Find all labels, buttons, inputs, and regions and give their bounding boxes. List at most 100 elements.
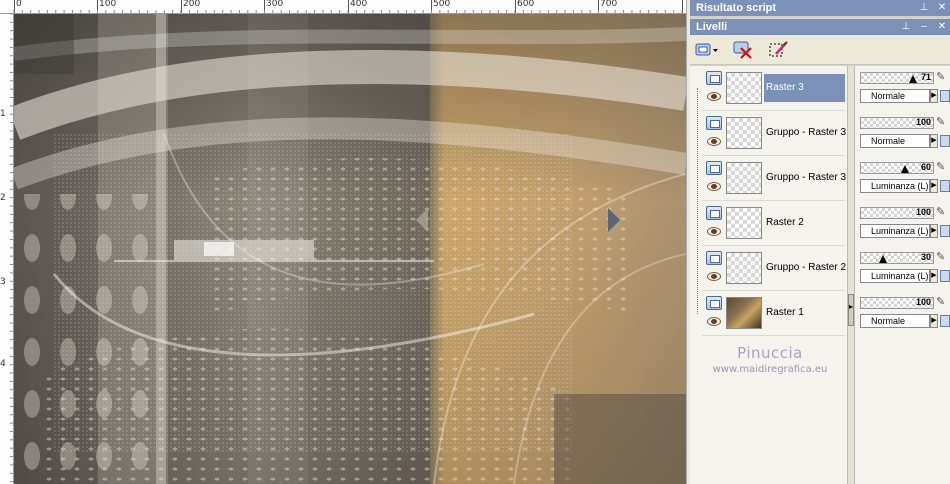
- vertical-ruler: 1 2 3 4: [0, 14, 14, 484]
- layer-props-row: 100 ✎ Luminanza (L) ▶: [858, 201, 950, 246]
- tree-connector: [697, 88, 698, 314]
- script-output-titlebar[interactable]: Risultato script ⊥ ✕: [690, 0, 950, 16]
- layer-thumbnail: [726, 72, 762, 104]
- layer-name: Gruppo - Raster 3: [766, 127, 847, 138]
- expand-arrow-icon[interactable]: ▸: [849, 302, 853, 311]
- blend-dropdown-arrow-icon[interactable]: ▶: [930, 269, 938, 283]
- pencil-lock-icon[interactable]: ✎: [936, 295, 948, 309]
- close-icon[interactable]: ✕: [936, 0, 948, 16]
- image-canvas[interactable]: [14, 14, 686, 484]
- link-lock-icon[interactable]: [940, 90, 950, 102]
- visibility-eye-icon[interactable]: [707, 137, 721, 146]
- layers-titlebar[interactable]: Livelli ⊥ – ✕: [690, 19, 950, 35]
- layer-name: Raster 2: [766, 217, 804, 228]
- pin-icon[interactable]: ⊥: [918, 0, 930, 16]
- blend-mode-select[interactable]: Normale: [860, 134, 930, 148]
- raster-layer-icon: [706, 116, 722, 130]
- layer-properties: 71 ✎ Normale ▶ 100 ✎ Normale ▶ 60 ✎ Lumi…: [856, 66, 950, 484]
- layer-row-raster-1[interactable]: Raster 1: [702, 291, 845, 336]
- new-layer-button[interactable]: [694, 39, 720, 61]
- visibility-eye-icon[interactable]: [707, 227, 721, 236]
- watermark-name: Pinuccia: [737, 344, 803, 362]
- edit-selection-button[interactable]: [766, 39, 792, 61]
- pencil-lock-icon[interactable]: ✎: [936, 250, 948, 264]
- pencil-lock-icon[interactable]: ✎: [936, 70, 948, 84]
- layers-panel: Raster 3 Gruppo - Raster 3 Gruppo - Rast…: [690, 66, 950, 484]
- layer-list: Raster 3 Gruppo - Raster 3 Gruppo - Rast…: [690, 66, 847, 484]
- watermark: Pinuccia www.maidiregrafica.eu: [690, 344, 850, 375]
- pencil-lock-icon[interactable]: ✎: [936, 160, 948, 174]
- layers-toolbar: [690, 35, 950, 65]
- opacity-value: 100: [915, 207, 931, 217]
- pencil-lock-icon[interactable]: ✎: [936, 115, 948, 129]
- link-lock-icon[interactable]: [940, 225, 950, 237]
- layer-props-row: 60 ✎ Luminanza (L) ▶: [858, 156, 950, 201]
- edit-selection-icon: [769, 40, 788, 56]
- layer-row-raster-3[interactable]: Raster 3: [702, 66, 845, 111]
- ruler-ticks: [10, 14, 13, 483]
- blend-mode-select[interactable]: Normale: [860, 314, 930, 328]
- visibility-eye-icon[interactable]: [707, 272, 721, 281]
- opacity-slider[interactable]: 71: [860, 72, 934, 84]
- layer-name: Gruppo - Raster 3: [766, 172, 847, 183]
- layer-props-row: 100 ✎ Normale ▶: [858, 111, 950, 156]
- opacity-value: 100: [915, 117, 931, 127]
- visibility-eye-icon[interactable]: [707, 317, 721, 326]
- delete-layer-button[interactable]: [730, 39, 756, 61]
- pin-icon[interactable]: ⊥: [900, 19, 912, 35]
- layer-row-gruppo-raster-3[interactable]: Gruppo - Raster 3: [702, 111, 847, 156]
- opacity-value: 100: [915, 297, 931, 307]
- canvas-artwork: [14, 14, 686, 484]
- raster-layer-icon: [706, 206, 722, 220]
- blend-dropdown-arrow-icon[interactable]: ▶: [930, 89, 938, 103]
- layer-thumbnail: [726, 207, 762, 239]
- horizontal-ruler: 0 100 200 300 400 500 600 700: [0, 0, 686, 14]
- link-lock-icon[interactable]: [940, 270, 950, 282]
- layer-props-row: 30 ✎ Luminanza (L) ▶: [858, 246, 950, 291]
- ruler-ticks: [13, 0, 683, 13]
- opacity-slider[interactable]: 100: [860, 297, 934, 309]
- pencil-lock-icon[interactable]: ✎: [936, 205, 948, 219]
- layer-name: Gruppo - Raster 2: [766, 262, 847, 273]
- opacity-slider[interactable]: 100: [860, 117, 934, 129]
- opacity-slider[interactable]: 60: [860, 162, 934, 174]
- blend-dropdown-arrow-icon[interactable]: ▶: [930, 134, 938, 148]
- minimize-icon[interactable]: –: [918, 19, 930, 35]
- link-lock-icon[interactable]: [940, 135, 950, 147]
- raster-layer-icon: [706, 161, 722, 175]
- close-icon[interactable]: ✕: [936, 19, 948, 35]
- panel-splitter[interactable]: ▸: [847, 66, 855, 484]
- opacity-slider[interactable]: 30: [860, 252, 934, 264]
- layer-thumbnail: [726, 297, 762, 329]
- raster-layer-icon: [706, 296, 722, 310]
- delete-layer-icon: [733, 41, 752, 59]
- layer-name: Raster 1: [766, 307, 804, 318]
- layer-row-gruppo-raster-3-b[interactable]: Gruppo - Raster 3: [702, 156, 847, 201]
- script-output-title: Risultato script: [696, 2, 777, 14]
- blend-dropdown-arrow-icon[interactable]: ▶: [930, 224, 938, 238]
- link-lock-icon[interactable]: [940, 180, 950, 192]
- new-layer-icon: [695, 43, 718, 55]
- opacity-value: 30: [920, 252, 931, 262]
- raster-layer-icon: [706, 71, 722, 85]
- slider-handle-icon[interactable]: [879, 255, 887, 263]
- slider-handle-icon[interactable]: [901, 165, 909, 173]
- opacity-slider[interactable]: 100: [860, 207, 934, 219]
- blend-mode-select[interactable]: Normale: [860, 89, 930, 103]
- blend-dropdown-arrow-icon[interactable]: ▶: [930, 314, 938, 328]
- opacity-value: 60: [920, 162, 931, 172]
- visibility-eye-icon[interactable]: [707, 182, 721, 191]
- blend-mode-select[interactable]: Luminanza (L): [860, 269, 930, 283]
- blend-dropdown-arrow-icon[interactable]: ▶: [930, 179, 938, 193]
- layer-row-gruppo-raster-2[interactable]: Gruppo - Raster 2: [702, 246, 847, 291]
- layer-row-raster-2[interactable]: Raster 2: [702, 201, 845, 246]
- blend-mode-select[interactable]: Luminanza (L): [860, 224, 930, 238]
- visibility-eye-icon[interactable]: [707, 92, 721, 101]
- link-lock-icon[interactable]: [940, 315, 950, 327]
- layers-title: Livelli: [696, 21, 728, 33]
- blend-mode-select[interactable]: Luminanza (L): [860, 179, 930, 193]
- layer-thumbnail: [726, 162, 762, 194]
- layer-props-row: 71 ✎ Normale ▶: [858, 66, 950, 111]
- layer-props-row: 100 ✎ Normale ▶: [858, 291, 950, 336]
- slider-handle-icon[interactable]: [909, 75, 917, 83]
